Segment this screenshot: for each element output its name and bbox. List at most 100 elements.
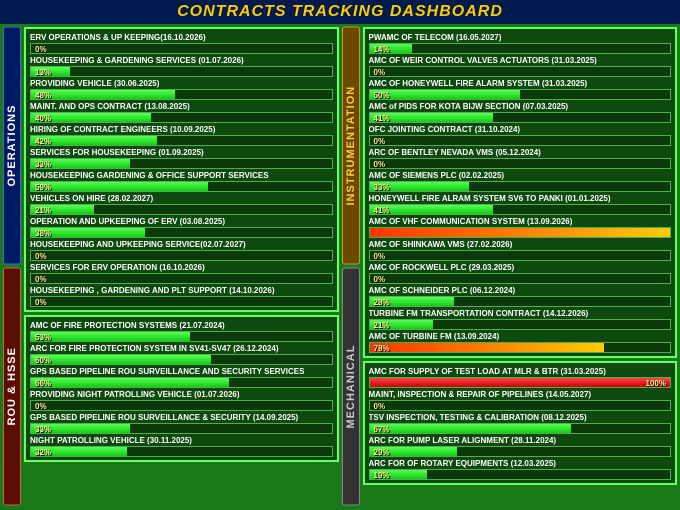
contract-row: AMC OF WEIR CONTROL VALVES ACTUATORS (31… (369, 55, 672, 77)
contract-row: AMC OF SHINKAWA VMS (27.02.2026)0% (369, 239, 672, 261)
contract-title: AMC OF SIEMENS PLC (02.02.2025) (369, 170, 672, 181)
progress-label: 0% (374, 274, 386, 284)
contract-row: AMC OF VHF COMMUNICATION SYSTEM (13.09.2… (369, 216, 672, 238)
progress-track: 0% (369, 158, 672, 169)
progress-track: 13% (30, 66, 333, 77)
left-column: ERV OPERATIONS & UP KEEPING(16.10.2026)0… (24, 27, 339, 505)
progress-fill (370, 228, 671, 237)
progress-track: 21% (369, 319, 672, 330)
progress-track: 33% (30, 423, 333, 434)
progress-label: 78% (374, 343, 390, 353)
progress-track: 0% (369, 273, 672, 284)
progress-fill (31, 90, 175, 99)
contract-row: PWAMC OF TELECOM (16.05.2027)14% (369, 32, 672, 54)
progress-label: 0% (374, 159, 386, 169)
contract-title: ARC FOR FIRE PROTECTION SYSTEM IN SV41-S… (30, 343, 333, 354)
progress-track: 41% (369, 204, 672, 215)
progress-track: 19% (369, 469, 672, 480)
right-tabs: INSTRUMENTATION MECHANICAL (342, 27, 360, 505)
contract-row: NIGHT PATROLLING VEHICLE (30.11.2025)32% (30, 435, 333, 457)
contract-title: AMC OF SHINKAWA VMS (27.02.2026) (369, 239, 672, 250)
progress-track: 41% (369, 112, 672, 123)
contract-title: PROVIDING VEHICLE (30.06.2025) (30, 78, 333, 89)
progress-label: 13% (35, 67, 51, 77)
progress-track: 0% (369, 135, 672, 146)
progress-label: 19% (374, 470, 390, 480)
contract-title: HOUSEKEEPING & GARDENING SERVICES (01.07… (30, 55, 333, 66)
progress-track: 50% (369, 89, 672, 100)
progress-track: 0% (30, 250, 333, 261)
contract-row: GPS BASED PIPELINE ROU SURVEILLANCE AND … (30, 366, 333, 388)
right-column: PWAMC OF TELECOM (16.05.2027)14%AMC OF W… (363, 27, 678, 505)
contract-title: TSV INSPECTION, TESTING & CALIBRATION (0… (369, 412, 672, 423)
contract-title: AMC OF SCHNEIDER PLC (06.12.2024) (369, 285, 672, 296)
contract-row: AMC OF SCHNEIDER PLC (06.12.2024)28% (369, 285, 672, 307)
contract-title: AMC OF VHF COMMUNICATION SYSTEM (13.09.2… (369, 216, 672, 227)
contract-row: ARC OF BENTLEY NEVADA VMS (05.12.2024)0% (369, 147, 672, 169)
progress-fill (370, 424, 571, 433)
progress-track: 66% (30, 377, 333, 388)
progress-fill (370, 343, 604, 352)
contract-title: PROVIDING NIGHT PATROLLING VEHICLE (01.0… (30, 389, 333, 400)
progress-label: 33% (374, 182, 390, 192)
progress-track: 0% (30, 273, 333, 284)
contract-row: HOUSEKEEPING , GARDENING AND PLT SUPPORT… (30, 285, 333, 307)
block-operations: ERV OPERATIONS & UP KEEPING(16.10.2026)0… (24, 27, 339, 312)
progress-label: 29% (374, 447, 390, 457)
progress-fill (31, 332, 190, 341)
progress-track: 100% (369, 377, 672, 388)
progress-track: 14% (369, 43, 672, 54)
progress-label: 28% (374, 297, 390, 307)
progress-label: 14% (374, 44, 390, 54)
progress-track: 0% (30, 43, 333, 54)
progress-track: 59% (30, 181, 333, 192)
contract-row: PROVIDING VEHICLE (30.06.2025)48% (30, 78, 333, 100)
progress-track: 21% (30, 204, 333, 215)
contract-title: ARC OF BENTLEY NEVADA VMS (05.12.2024) (369, 147, 672, 158)
tab-rou-hsse[interactable]: ROU & HSSE (3, 268, 21, 506)
contract-title: MAINT, INSPECTION & REPAIR OF PIPELINES … (369, 389, 672, 400)
contract-title: AMC OF FIRE PROTECTION SYSTEMS (21.07.20… (30, 320, 333, 331)
contract-title: ARC FOR PUMP LASER ALIGNMENT (28.11.2024… (369, 435, 672, 446)
tab-instrumentation[interactable]: INSTRUMENTATION (342, 27, 360, 265)
contract-row: TSV INSPECTION, TESTING & CALIBRATION (0… (369, 412, 672, 434)
contract-title: AMC OF WEIR CONTROL VALVES ACTUATORS (31… (369, 55, 672, 66)
contract-row: PROVIDING NIGHT PATROLLING VEHICLE (01.0… (30, 389, 333, 411)
progress-label: 100% (646, 378, 666, 388)
contract-title: HONEYWELL FIRE ALRAM SYSTEM SV6 TO PANKI… (369, 193, 672, 204)
progress-label: 48% (35, 90, 51, 100)
progress-label: 32% (35, 447, 51, 457)
contract-row: AMC OF HONEYWELL FIRE ALARM SYSTEM (31.0… (369, 78, 672, 100)
tab-operations[interactable]: OPERATIONS (3, 27, 21, 265)
progress-fill (370, 378, 671, 387)
contract-row: HOUSEKEEPING & GARDENING SERVICES (01.07… (30, 55, 333, 77)
contract-title: VEHICLES ON HIRE (28.02.2027) (30, 193, 333, 204)
block-mechanical: AMC FOR SUPPLY OF TEST LOAD AT MLR & BTR… (363, 361, 678, 485)
contract-row: TURBINE FM TRANSPORTATION CONTRACT (14.1… (369, 308, 672, 330)
contract-row: AMC OF SIEMENS PLC (02.02.2025)33% (369, 170, 672, 192)
contract-title: AMC OF HONEYWELL FIRE ALARM SYSTEM (31.0… (369, 78, 672, 89)
progress-track (369, 227, 672, 238)
progress-track: 60% (30, 354, 333, 365)
contract-title: HOUSEKEEPING AND UPKEEPING SERVICE(02.07… (30, 239, 333, 250)
contract-row: ARC FOR PUMP LASER ALIGNMENT (28.11.2024… (369, 435, 672, 457)
contract-row: HIRING OF CONTRACT ENGINEERS (10.09.2025… (30, 124, 333, 146)
progress-label: 0% (35, 251, 47, 261)
progress-label: 50% (374, 90, 390, 100)
dashboard-grid: OPERATIONS ROU & HSSE ERV OPERATIONS & U… (0, 24, 680, 508)
tab-mechanical[interactable]: MECHANICAL (342, 268, 360, 506)
contract-title: MAINT. AND OPS CONTRACT (13.08.2025) (30, 101, 333, 112)
contract-row: HOUSEKEEPING AND UPKEEPING SERVICE(02.07… (30, 239, 333, 261)
contract-row: SERVICES FOR ERV OPERATION (16.10.2026)0… (30, 262, 333, 284)
contract-row: GPS BASED PIPELINE ROU SURVEILLANCE & SE… (30, 412, 333, 434)
contract-title: SERVICES FOR ERV OPERATION (16.10.2026) (30, 262, 333, 273)
progress-label: 0% (374, 67, 386, 77)
contract-title: HIRING OF CONTRACT ENGINEERS (10.09.2025… (30, 124, 333, 135)
contract-row: OPERATION AND UPKEEPING OF ERV (03.08.20… (30, 216, 333, 238)
contract-row: HOUSEKEEPING GARDENING & OFFICE SUPPORT … (30, 170, 333, 192)
progress-label: 0% (374, 251, 386, 261)
progress-label: 0% (374, 401, 386, 411)
progress-track: 0% (369, 250, 672, 261)
progress-track: 38% (30, 227, 333, 238)
contract-title: AMC of PIDS FOR KOTA BIJW SECTION (07.03… (369, 101, 672, 112)
